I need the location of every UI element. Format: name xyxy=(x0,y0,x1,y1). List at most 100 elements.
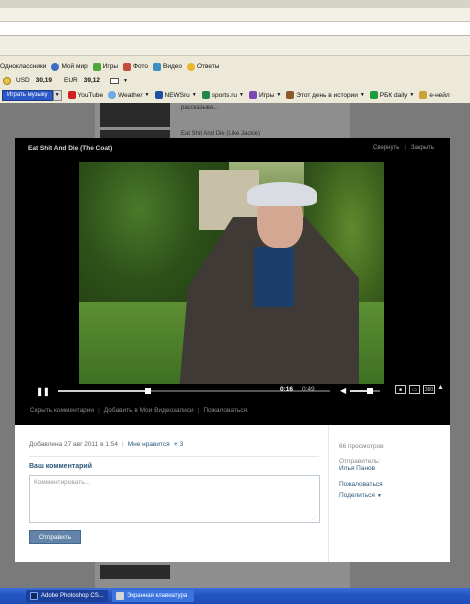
camera-icon[interactable]: ■ xyxy=(395,385,406,394)
bookmark-sports[interactable]: sports.ru ▼ xyxy=(201,91,244,99)
games-icon xyxy=(248,91,257,99)
usd-value: 30,19 xyxy=(35,77,53,84)
bookmark-history[interactable]: Этот день в истории ▼ xyxy=(286,91,365,99)
add-to-videos-link[interactable]: Добавить в Мои Видеозаписи xyxy=(104,407,194,414)
newsru-icon xyxy=(154,91,163,99)
share-link[interactable]: Поделиться ▼ xyxy=(339,492,382,499)
bookmark-mail[interactable]: е-нейл xyxy=(419,91,450,99)
complain-link[interactable]: Пожаловаться xyxy=(339,481,383,488)
video-sidebar: 66 просмотров Отправитель: Илья Панов По… xyxy=(328,425,450,562)
toolbar-item-odnoklassniki[interactable]: Одноклассники xyxy=(0,63,46,70)
separator: | xyxy=(197,407,200,414)
chevron-down-icon[interactable]: ▼ xyxy=(123,78,128,84)
background-thumbnail xyxy=(100,103,170,127)
video-title: Eat Shit And Die (The Coat) xyxy=(28,145,113,152)
player-controls: ❚❚ 0:16 0:49 ◀ ■ ▭ 360 ▲ xyxy=(28,384,444,398)
address-strip xyxy=(0,22,470,36)
photo-icon xyxy=(123,62,132,71)
volume-slider[interactable] xyxy=(350,388,380,394)
sports-icon xyxy=(201,91,210,99)
time-total: 0:49 xyxy=(302,386,315,393)
toolbar-item-answers[interactable]: Ответы xyxy=(186,62,219,71)
resize-grip-icon[interactable]: ⋰ xyxy=(312,515,317,521)
background-snippet: рассказыва... xyxy=(181,105,219,111)
likes-count: 3 xyxy=(179,441,184,448)
currency-toolbar: USD 30,19 EUR 39,12 ▼ xyxy=(0,74,128,87)
quality-button[interactable]: 360 xyxy=(423,385,435,394)
moy-mir-icon xyxy=(51,62,60,71)
taskbar-keyboard[interactable]: Экранная клавиатура xyxy=(112,590,194,602)
toolbar-item-moy-mir[interactable]: Мой мир xyxy=(51,62,88,71)
bookmark-weather[interactable]: Weather ▼ xyxy=(108,91,150,99)
background-snippet: Eat Shit And Die (Like Jackie) xyxy=(181,131,261,137)
toolbar-item-video[interactable]: Видео xyxy=(152,62,182,71)
video-meta: Добавлена 27 авг 2011 в 1:54 | Мне нрави… xyxy=(29,441,183,448)
background-thumbnail xyxy=(100,130,170,138)
progress-handle[interactable] xyxy=(144,388,151,394)
widescreen-icon[interactable]: ▭ xyxy=(409,385,420,394)
lightbox-links: Свернуть | Закрыть xyxy=(373,145,434,151)
chevron-down-icon: ▼ xyxy=(144,92,150,98)
video-frame-shirt xyxy=(254,247,294,307)
bookmark-newsru[interactable]: NEWSru ▼ xyxy=(154,91,197,99)
toolbar-item-games[interactable]: Игры xyxy=(92,62,118,71)
share-label: Поделиться xyxy=(339,492,375,499)
views-count: 66 просмотров xyxy=(339,443,384,450)
divider xyxy=(29,456,319,457)
rbk-icon xyxy=(369,91,378,99)
usd-label: USD xyxy=(16,77,30,84)
bookmark-games[interactable]: Игры ▼ xyxy=(248,91,281,99)
title-strip xyxy=(0,0,470,8)
report-link[interactable]: Пожаловаться xyxy=(203,407,247,414)
progress-fill xyxy=(58,390,148,392)
play-music-button[interactable]: Играть музыку xyxy=(2,89,53,101)
like-button[interactable]: Мне нравится xyxy=(128,441,170,448)
video-player[interactable] xyxy=(79,162,384,384)
games-icon xyxy=(92,62,101,71)
keyboard-icon xyxy=(116,592,124,600)
weather-icon xyxy=(108,91,117,99)
eur-label: EUR xyxy=(64,77,78,84)
youtube-icon xyxy=(67,91,76,99)
pause-icon[interactable]: ❚❚ xyxy=(36,386,49,396)
browser-chrome: Одноклассники Мой мир Игры Фото Видео От… xyxy=(0,0,470,103)
chevron-down-icon: ▼ xyxy=(191,92,197,98)
toolbar-item-photo[interactable]: Фото xyxy=(123,62,148,71)
volume-icon[interactable]: ◀ xyxy=(340,386,346,395)
comment-input[interactable]: Комментировать... ⋰ xyxy=(29,475,320,523)
mail-icon xyxy=(419,91,428,99)
sender-name-link[interactable]: Илья Панов xyxy=(339,465,375,472)
minimize-link[interactable]: Свернуть xyxy=(373,145,399,151)
bookmarks-toolbar: Играть музыку ▼ YouTube Weather ▼ NEWSru ▼… xyxy=(0,88,455,102)
chevron-down-icon: ▼ xyxy=(359,92,365,98)
bookmark-rbk[interactable]: РБК daily ▼ xyxy=(369,91,415,99)
hide-comments-link[interactable]: Скрыть комментарии xyxy=(30,407,94,414)
play-music-dropdown[interactable]: ▼ xyxy=(52,89,62,101)
separator: | xyxy=(121,441,124,448)
answers-icon xyxy=(186,62,195,71)
send-button[interactable]: Отправить xyxy=(29,530,81,544)
chevron-down-icon: ▼ xyxy=(409,92,415,98)
video-info-panel: Добавлена 27 авг 2011 в 1:54 | Мне нрави… xyxy=(15,425,450,562)
separator: | xyxy=(404,145,406,151)
taskbar: Adobe Photoshop CS... Экранная клавиатур… xyxy=(0,588,470,604)
fullscreen-icon[interactable]: ▲ xyxy=(437,384,444,391)
video-icon xyxy=(152,62,161,71)
eur-value: 39,12 xyxy=(83,77,101,84)
chevron-down-icon: ▼ xyxy=(376,493,382,499)
photoshop-icon xyxy=(30,592,38,600)
comment-placeholder: Комментировать... xyxy=(34,479,91,486)
envelope-icon[interactable] xyxy=(110,77,120,84)
toolbar-strip xyxy=(0,36,470,56)
heart-icon[interactable]: ♥ xyxy=(174,441,178,448)
time-current: 0:16 xyxy=(280,386,294,393)
close-link[interactable]: Закрыть xyxy=(411,145,434,151)
mailru-toolbar: Одноклассники Мой мир Игры Фото Видео От… xyxy=(0,60,224,73)
video-frame-cap xyxy=(247,182,317,206)
history-icon xyxy=(286,91,295,99)
taskbar-photoshop[interactable]: Adobe Photoshop CS... xyxy=(26,590,108,602)
video-lightbox: Eat Shit And Die (The Coat) Свернуть | З… xyxy=(15,138,450,425)
bookmark-youtube[interactable]: YouTube xyxy=(67,91,103,99)
chevron-down-icon: ▼ xyxy=(239,92,244,98)
volume-handle[interactable] xyxy=(366,388,373,394)
